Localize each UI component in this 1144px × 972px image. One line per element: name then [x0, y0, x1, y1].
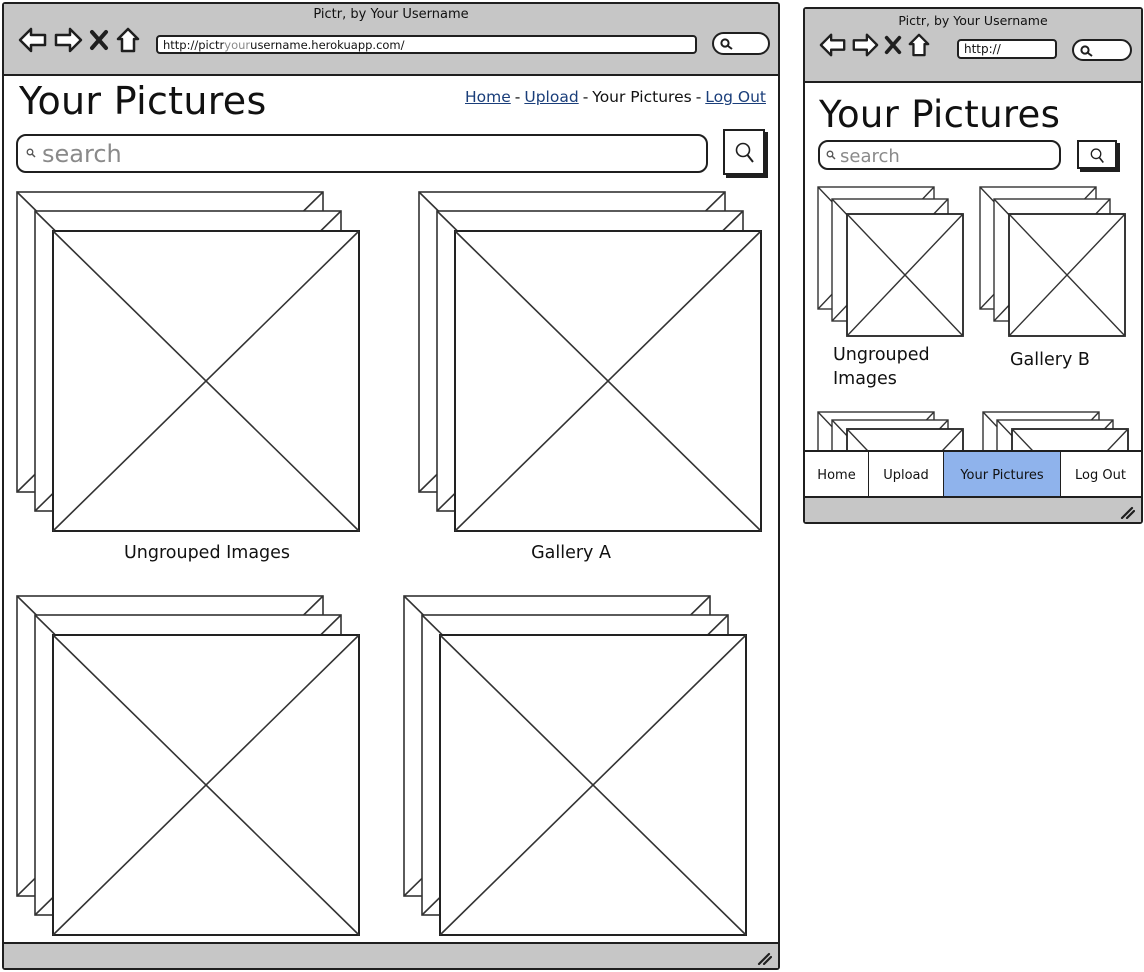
status-bar: [4, 942, 778, 968]
browser-toolbar: Pictr, by Your Username http://: [805, 9, 1141, 83]
browser-toolbar: Pictr, by Your Username http://pictryour…: [4, 4, 778, 76]
window-title: Pictr, by Your Username: [898, 13, 1048, 28]
back-arrow-icon[interactable]: [18, 27, 48, 53]
back-arrow-icon[interactable]: [819, 32, 847, 58]
nav-link-logout[interactable]: Log Out: [705, 88, 766, 106]
address-bar[interactable]: http://: [957, 39, 1057, 59]
gallery-stack-ungrouped[interactable]: [817, 186, 965, 338]
image-placeholder-icon: [982, 411, 1129, 451]
image-placeholder-icon: [979, 186, 1126, 337]
page-title: Your Pictures: [19, 79, 267, 123]
search-field[interactable]: [16, 134, 708, 173]
home-icon[interactable]: [115, 26, 141, 54]
tab-your-pictures[interactable]: Your Pictures: [944, 452, 1061, 498]
gallery-stack[interactable]: [403, 595, 749, 937]
nav-separator: -: [582, 88, 589, 106]
address-bar[interactable]: http://pictryourusername.herokuapp.com/: [156, 35, 697, 54]
forward-arrow-icon[interactable]: [53, 27, 83, 53]
search-icon: [26, 148, 36, 158]
gallery-stack[interactable]: [817, 411, 965, 451]
gallery-row-partial: [817, 411, 1144, 451]
status-bar: [805, 496, 1141, 522]
tab-home[interactable]: Home: [805, 452, 869, 498]
search-icon: [1080, 45, 1094, 57]
image-placeholder-icon: [403, 595, 747, 936]
nav-buttons: [819, 31, 931, 59]
gallery-caption-line: Images: [833, 369, 897, 389]
url-suffix: username.herokuapp.com/: [250, 38, 405, 52]
search-field[interactable]: [818, 140, 1061, 170]
url-prefix: http://pictr: [163, 38, 225, 52]
url-highlight: your: [224, 38, 251, 52]
nav-link-upload[interactable]: Upload: [524, 88, 578, 106]
search-icon: [826, 150, 836, 160]
gallery-caption[interactable]: Ungrouped Images: [833, 343, 930, 391]
mobile-browser-window: Pictr, by Your Username http:// Your Pic…: [803, 7, 1143, 524]
search-icon: [720, 38, 734, 50]
nav-link-home[interactable]: Home: [465, 88, 511, 106]
gallery-stack[interactable]: [982, 411, 1130, 451]
nav-current-page: Your Pictures: [592, 88, 692, 106]
gallery-stack-ungrouped[interactable]: [16, 191, 362, 533]
tab-upload[interactable]: Upload: [869, 452, 944, 498]
search-input[interactable]: [838, 144, 1052, 168]
page-title: Your Pictures: [819, 93, 1061, 136]
search-input[interactable]: [40, 139, 694, 169]
home-icon[interactable]: [907, 31, 931, 59]
window-title: Pictr, by Your Username: [313, 7, 469, 22]
image-placeholder-icon: [418, 191, 762, 532]
search-button[interactable]: [1077, 140, 1117, 169]
search-icon: [1090, 148, 1105, 164]
gallery-caption-line: Ungrouped: [833, 345, 930, 365]
gallery-stack[interactable]: [16, 595, 362, 937]
browser-search-box[interactable]: [1072, 39, 1132, 61]
image-placeholder-icon: [817, 186, 964, 337]
gallery-stack-b[interactable]: [979, 186, 1127, 338]
forward-arrow-icon[interactable]: [851, 32, 879, 58]
search-icon: [735, 142, 755, 164]
gallery-caption[interactable]: Ungrouped Images: [52, 543, 362, 563]
stop-icon[interactable]: [88, 28, 110, 52]
search-button[interactable]: [723, 129, 765, 175]
gallery-caption[interactable]: Gallery B: [1010, 348, 1090, 372]
desktop-browser-window: Pictr, by Your Username http://pictryour…: [2, 2, 780, 970]
image-placeholder-icon: [16, 595, 360, 936]
tab-log-out[interactable]: Log Out: [1061, 452, 1140, 498]
nav-buttons: [18, 26, 141, 54]
nav-separator: -: [514, 88, 521, 106]
image-placeholder-icon: [16, 191, 360, 532]
gallery-caption[interactable]: Gallery A: [416, 543, 726, 563]
bottom-tab-bar: Home Upload Your Pictures Log Out: [805, 450, 1141, 498]
stop-icon[interactable]: [883, 33, 903, 57]
nav-separator: -: [695, 88, 702, 106]
resize-grip-icon[interactable]: [756, 951, 773, 966]
image-placeholder-icon: [817, 411, 964, 451]
gallery-stack-a[interactable]: [418, 191, 764, 533]
gallery-caption-line: Gallery B: [1010, 350, 1090, 370]
browser-search-box[interactable]: [712, 32, 770, 55]
top-navigation: Home - Upload - Your Pictures - Log Out: [465, 88, 766, 106]
resize-grip-icon[interactable]: [1119, 505, 1136, 520]
